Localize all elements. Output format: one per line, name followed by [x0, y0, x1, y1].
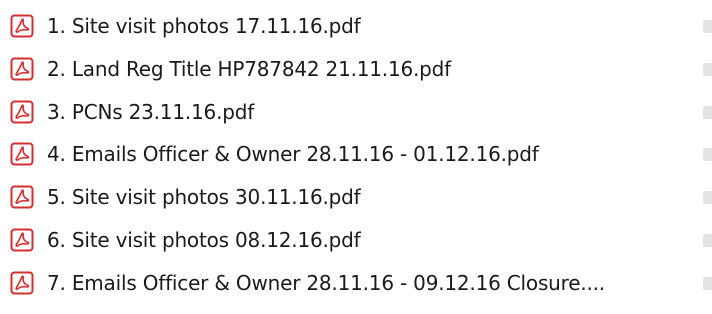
pdf-icon	[10, 185, 34, 209]
file-name: 1. Site visit photos 17.11.16.pdf	[47, 14, 361, 38]
file-row[interactable]: 2. Land Reg Title HP787842 21.11.16.pdf	[0, 48, 712, 91]
pdf-icon	[10, 57, 34, 81]
column-edge	[703, 233, 712, 247]
file-name: 5. Site visit photos 30.11.16.pdf	[47, 185, 361, 210]
pdf-icon	[10, 271, 34, 295]
file-list: 1. Site visit photos 17.11.16.pdf 2. Lan…	[0, 5, 712, 305]
file-row[interactable]: 4. Emails Officer & Owner 28.11.16 - 01.…	[0, 133, 712, 176]
file-row[interactable]: 7. Emails Officer & Owner 28.11.16 - 09.…	[0, 262, 712, 305]
column-edge	[703, 148, 712, 162]
file-row[interactable]: 5. Site visit photos 30.11.16.pdf	[0, 176, 712, 219]
file-row[interactable]: 3. PCNs 23.11.16.pdf	[0, 91, 712, 134]
column-edge	[703, 276, 712, 290]
file-name: 7. Emails Officer & Owner 28.11.16 - 09.…	[47, 270, 605, 295]
column-edge	[703, 191, 712, 205]
file-name: 2. Land Reg Title HP787842 21.11.16.pdf	[47, 56, 451, 81]
column-edge	[703, 62, 712, 76]
file-name: 4. Emails Officer & Owner 28.11.16 - 01.…	[47, 142, 539, 167]
column-edge	[703, 20, 712, 33]
pdf-icon	[10, 228, 34, 252]
pdf-icon	[10, 14, 34, 38]
file-row[interactable]: 6. Site visit photos 08.12.16.pdf	[0, 219, 712, 262]
pdf-icon	[10, 142, 34, 166]
column-edge	[703, 105, 712, 119]
pdf-icon	[10, 100, 34, 124]
file-row[interactable]: 1. Site visit photos 17.11.16.pdf	[0, 5, 712, 48]
file-name: 6. Site visit photos 08.12.16.pdf	[47, 227, 361, 252]
file-name: 3. PCNs 23.11.16.pdf	[47, 99, 255, 124]
